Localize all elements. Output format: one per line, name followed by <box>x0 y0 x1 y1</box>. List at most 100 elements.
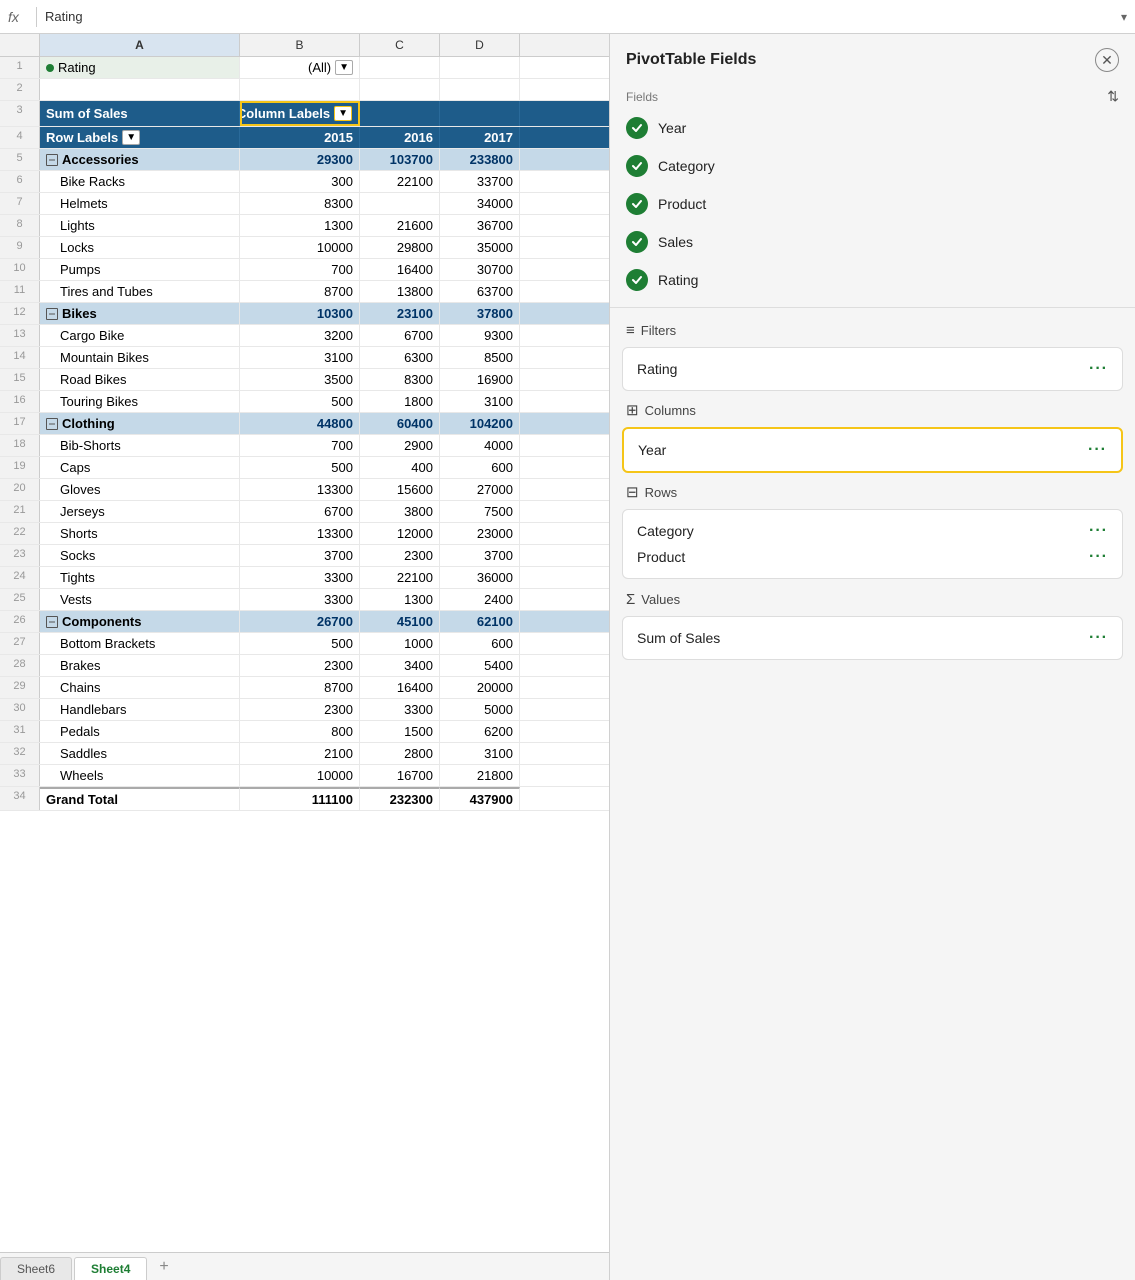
cell-d[interactable]: 4000 <box>440 435 520 456</box>
cell-d[interactable] <box>440 101 520 126</box>
field-checkbox[interactable] <box>626 231 648 253</box>
cell-b[interactable]: 13300 <box>240 479 360 500</box>
cell-d[interactable]: 6200 <box>440 721 520 742</box>
cell-d[interactable]: 36700 <box>440 215 520 236</box>
collapse-icon[interactable] <box>46 154 58 166</box>
cell-d[interactable]: 20000 <box>440 677 520 698</box>
cell-b[interactable]: 2100 <box>240 743 360 764</box>
cell-b[interactable]: 8700 <box>240 677 360 698</box>
cell-a[interactable]: Locks <box>40 237 240 258</box>
cell-d[interactable]: 33700 <box>440 171 520 192</box>
col-label-filter-button[interactable]: ▼ <box>334 106 352 121</box>
cell-c[interactable]: 3300 <box>360 699 440 720</box>
cell-a[interactable]: Bike Racks <box>40 171 240 192</box>
cell-c[interactable]: 1000 <box>360 633 440 654</box>
rows-zone-item[interactable]: Product··· <box>635 544 1110 570</box>
cell-b[interactable]: 3700 <box>240 545 360 566</box>
cell-d[interactable]: 34000 <box>440 193 520 214</box>
cell-c[interactable]: 60400 <box>360 413 440 434</box>
cell-b[interactable]: 700 <box>240 259 360 280</box>
cell-a[interactable]: Pedals <box>40 721 240 742</box>
rating-filter-button[interactable]: ▼ <box>335 60 353 75</box>
cell-d[interactable]: 233800 <box>440 149 520 170</box>
cell-b[interactable]: (All)▼ <box>240 57 360 78</box>
cell-c[interactable]: 8300 <box>360 369 440 390</box>
cell-b[interactable] <box>240 79 360 100</box>
cell-c[interactable]: 23100 <box>360 303 440 324</box>
rows-zone-item[interactable]: Category··· <box>635 518 1110 544</box>
cell-d[interactable]: 7500 <box>440 501 520 522</box>
cell-d[interactable]: 600 <box>440 633 520 654</box>
field-item[interactable]: Year <box>610 109 1135 147</box>
sheet-add-button[interactable]: + <box>149 1254 178 1280</box>
cell-b[interactable]: 2015 <box>240 127 360 148</box>
cell-a[interactable]: Road Bikes <box>40 369 240 390</box>
cell-b[interactable]: 10300 <box>240 303 360 324</box>
cell-b[interactable]: 8300 <box>240 193 360 214</box>
cell-a[interactable]: Bikes <box>40 303 240 324</box>
cell-a[interactable]: Jerseys <box>40 501 240 522</box>
cell-b[interactable]: 26700 <box>240 611 360 632</box>
pivot-close-button[interactable]: ✕ <box>1095 48 1119 72</box>
cell-c[interactable]: 2016 <box>360 127 440 148</box>
sort-icon[interactable]: ⇅ <box>1107 88 1119 105</box>
cell-b[interactable]: 10000 <box>240 237 360 258</box>
collapse-icon[interactable] <box>46 418 58 430</box>
row-filter-button[interactable]: ▼ <box>122 130 140 145</box>
cell-a[interactable] <box>40 79 240 100</box>
cell-d[interactable] <box>440 79 520 100</box>
col-header-d[interactable]: D <box>440 34 520 56</box>
cell-b[interactable]: 6700 <box>240 501 360 522</box>
cell-c[interactable]: 45100 <box>360 611 440 632</box>
cell-d[interactable]: 3700 <box>440 545 520 566</box>
cell-a[interactable]: Caps <box>40 457 240 478</box>
cell-b[interactable]: 2300 <box>240 655 360 676</box>
values-zone-dots[interactable]: ··· <box>1089 629 1108 647</box>
collapse-icon[interactable] <box>46 308 58 320</box>
cell-d[interactable]: 2017 <box>440 127 520 148</box>
col-header-c[interactable]: C <box>360 34 440 56</box>
cell-a[interactable]: Chains <box>40 677 240 698</box>
sheet-tab-sheet4[interactable]: Sheet4 <box>74 1257 147 1280</box>
values-zone-item[interactable]: Sum of Sales··· <box>635 625 1110 651</box>
collapse-icon[interactable] <box>46 616 58 628</box>
cell-b[interactable]: 111100 <box>240 787 360 810</box>
cell-d[interactable]: 16900 <box>440 369 520 390</box>
cell-b[interactable]: 800 <box>240 721 360 742</box>
cell-d[interactable]: 8500 <box>440 347 520 368</box>
cell-a[interactable]: Grand Total <box>40 787 240 810</box>
cell-d[interactable]: 3100 <box>440 391 520 412</box>
cell-b[interactable]: 500 <box>240 457 360 478</box>
cell-d[interactable]: 2400 <box>440 589 520 610</box>
cell-a[interactable]: Accessories <box>40 149 240 170</box>
cell-c[interactable]: 16700 <box>360 765 440 786</box>
cell-b[interactable]: 13300 <box>240 523 360 544</box>
cell-a[interactable]: Saddles <box>40 743 240 764</box>
cell-b[interactable]: 500 <box>240 633 360 654</box>
field-item[interactable]: Sales <box>610 223 1135 261</box>
cell-d[interactable]: 36000 <box>440 567 520 588</box>
cell-c[interactable]: 2300 <box>360 545 440 566</box>
cell-d[interactable]: 3100 <box>440 743 520 764</box>
cell-b[interactable]: 3300 <box>240 567 360 588</box>
cell-c[interactable] <box>360 101 440 126</box>
cell-b[interactable]: 44800 <box>240 413 360 434</box>
cell-a[interactable]: Brakes <box>40 655 240 676</box>
cell-b[interactable]: 2300 <box>240 699 360 720</box>
cell-c[interactable]: 400 <box>360 457 440 478</box>
field-checkbox[interactable] <box>626 117 648 139</box>
cell-b[interactable]: 300 <box>240 171 360 192</box>
col-header-a[interactable]: A <box>40 34 240 56</box>
cell-a[interactable]: Gloves <box>40 479 240 500</box>
cell-d[interactable]: 600 <box>440 457 520 478</box>
cell-c[interactable]: 1800 <box>360 391 440 412</box>
cell-d[interactable]: 23000 <box>440 523 520 544</box>
field-item[interactable]: Product <box>610 185 1135 223</box>
cell-d[interactable]: 5400 <box>440 655 520 676</box>
col-header-b[interactable]: B <box>240 34 360 56</box>
formula-chevron[interactable]: ▾ <box>1121 10 1127 24</box>
cell-a[interactable]: Wheels <box>40 765 240 786</box>
cell-d[interactable]: 37800 <box>440 303 520 324</box>
filter-zone-dots[interactable]: ··· <box>1089 360 1108 378</box>
cell-b[interactable]: 10000 <box>240 765 360 786</box>
